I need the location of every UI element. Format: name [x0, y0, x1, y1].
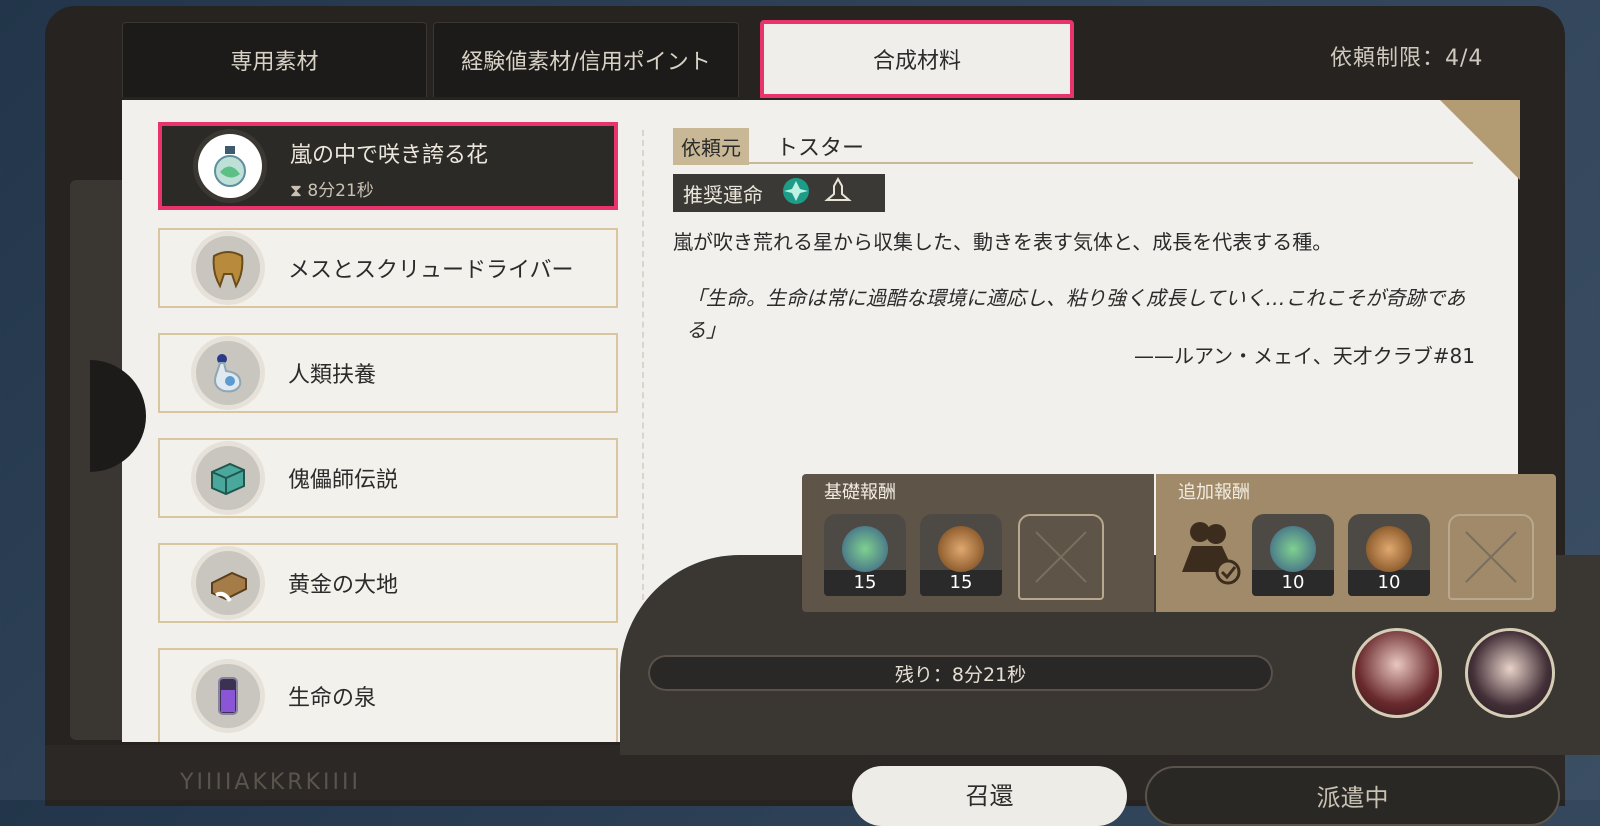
golden-tooth-icon: [196, 236, 260, 300]
extra-reward-panel: 追加報酬 10 10: [1156, 474, 1556, 612]
list-item-label: メスとスクリュードライバー: [288, 258, 574, 283]
list-item-timer: ⧗ 8分21秒: [290, 181, 374, 201]
bottom-decorative-text: YIIIIAKKRKIIII: [180, 770, 361, 795]
empty-slot-x-icon: [1035, 531, 1087, 583]
hourglass-icon: ⧗: [290, 181, 302, 201]
client-name: トスター: [776, 136, 865, 161]
character-avatar[interactable]: [1352, 628, 1442, 718]
preservation-path-icon: [823, 176, 853, 210]
recommended-path-label: 推奨運命: [683, 182, 763, 207]
request-limit: 依頼制限：4/4: [1330, 46, 1484, 71]
reward-slot[interactable]: 10: [1348, 514, 1430, 596]
list-item[interactable]: メスとスクリュードライバー: [158, 228, 618, 308]
extra-reward-label: 追加報酬: [1178, 482, 1250, 503]
reward-slot[interactable]: 10: [1252, 514, 1334, 596]
list-item-label: 嵐の中で咲き誇る花: [290, 143, 489, 168]
jade-box-icon: [196, 446, 260, 510]
remaining-time-text: 残り：8分21秒: [894, 663, 1027, 686]
bread-icon: [1366, 526, 1412, 572]
tab-synthesis-materials[interactable]: 合成材料: [760, 20, 1074, 98]
green-flask-icon: [842, 526, 888, 572]
character-avatar[interactable]: [1465, 628, 1555, 718]
purple-vial-icon: [196, 664, 260, 728]
panel-divider: [642, 130, 644, 600]
recommended-path-box: 推奨運命: [673, 174, 885, 212]
tab-exclusive-materials[interactable]: 専用素材: [122, 22, 427, 97]
description-text: 嵐が吹き荒れる星から収集した、動きを表す気体と、成長を代表する種。: [673, 230, 1333, 254]
remaining-time-bar: 残り：8分21秒: [648, 655, 1273, 691]
gold-bricks-icon: [196, 551, 260, 615]
empty-slot-x-icon: [1465, 531, 1517, 583]
quote-text: 「生命。生命は常に過酷な環境に適応し、粘り強く成長していく…これこそが奇跡である…: [686, 286, 1466, 342]
list-item-selected[interactable]: 嵐の中で咲き誇る花: [158, 122, 618, 210]
glass-bottle-icon: [196, 341, 260, 405]
panel-corner-ribbon: [1440, 100, 1520, 180]
quote-author: ——ルアン・メェイ、天才クラブ#81: [1133, 344, 1475, 368]
dispatching-button[interactable]: 派遣中: [1145, 766, 1560, 826]
basic-reward-label: 基礎報酬: [824, 482, 896, 503]
basic-reward-panel: 基礎報酬 15 15: [802, 474, 1154, 612]
client-label: 依頼元: [673, 128, 749, 165]
list-item[interactable]: 人類扶養: [158, 333, 618, 413]
list-item[interactable]: 生命の泉: [158, 648, 618, 742]
bread-icon: [938, 526, 984, 572]
client-underline: [673, 162, 1473, 164]
empty-reward-slot: [1448, 514, 1534, 600]
green-flask-icon: [198, 134, 262, 198]
abundance-path-icon: [781, 176, 811, 210]
list-item-label: 黄金の大地: [288, 573, 399, 598]
list-item-label: 人類扶養: [288, 363, 377, 388]
empty-reward-slot: [1018, 514, 1104, 600]
team-check-icon: [1178, 518, 1244, 592]
recall-button[interactable]: 召還: [852, 766, 1127, 826]
list-item-label: 生命の泉: [288, 686, 377, 711]
reward-slot[interactable]: 15: [920, 514, 1002, 596]
reward-slot[interactable]: 15: [824, 514, 906, 596]
list-item[interactable]: 傀儡師伝説: [158, 438, 618, 518]
list-item-label: 傀儡師伝説: [288, 468, 399, 493]
tab-exp-materials-credits[interactable]: 経験値素材/信用ポイント: [433, 22, 739, 97]
green-flask-icon: [1270, 526, 1316, 572]
list-item[interactable]: 黄金の大地: [158, 543, 618, 623]
